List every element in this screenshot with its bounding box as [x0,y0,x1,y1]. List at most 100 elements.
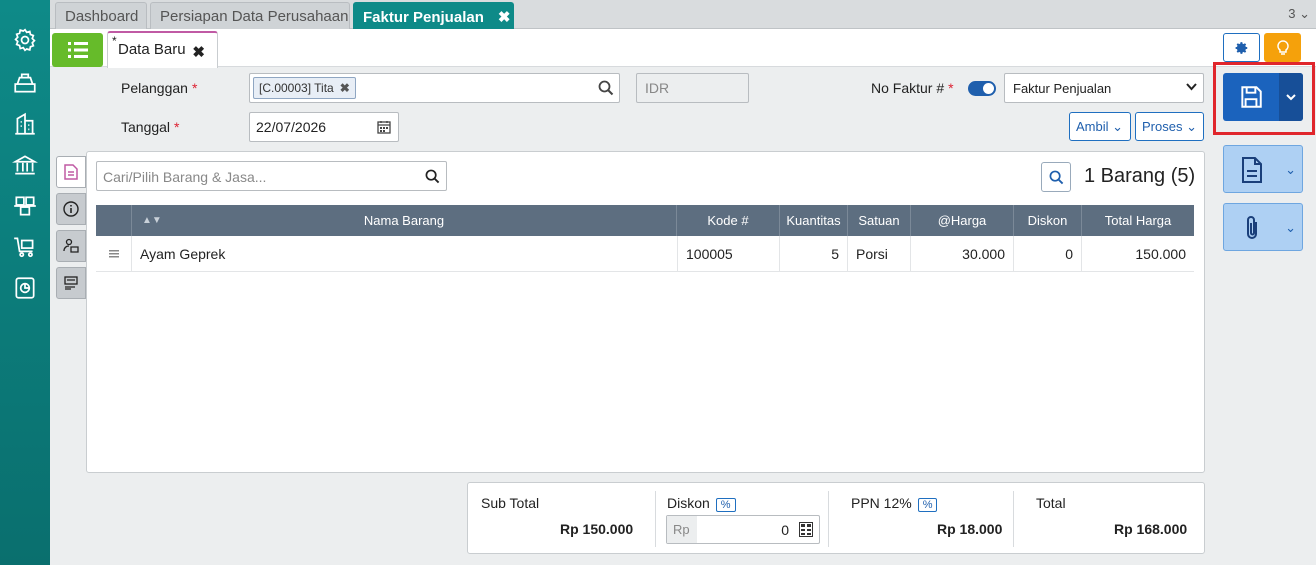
close-icon[interactable]: ✖ [498,9,511,26]
tab-count-dropdown[interactable]: 3 ⌄ [1288,6,1310,22]
list-view-button[interactable] [52,33,103,67]
no-faktur-label: No Faktur # * [871,80,954,96]
remove-chip-icon[interactable]: ✖ [340,81,350,95]
left-sidebar [0,0,50,565]
cash-register-icon[interactable] [11,69,39,97]
subtotal-label: Sub Total [481,495,540,511]
tab-label: Faktur Penjualan [363,9,484,26]
search-items-button[interactable] [1041,162,1071,192]
floppy-disk-icon [1241,86,1262,108]
col-kode[interactable]: Kode # [677,205,780,236]
currency-prefix: Rp [667,516,697,543]
save-main[interactable] [1223,73,1279,121]
chevron-down-icon: ⌄ [1186,119,1197,134]
chevron-down-icon: ⌄ [1285,220,1296,235]
tanggal-label: Tanggal * [121,119,180,135]
diskon-value: 0 [781,522,789,538]
col-handle [96,205,132,236]
cart-icon[interactable] [11,233,39,261]
chevron-down-icon [1286,93,1296,100]
vtab-items[interactable] [56,156,86,188]
chevron-down-icon [1186,83,1197,91]
cell-kode: 100005 [677,236,780,272]
sort-icon[interactable]: ▲▼ [142,215,162,226]
date-field[interactable]: 22/07/2026 [249,112,399,142]
close-icon[interactable]: ✖ [192,43,205,61]
cell-diskon: 0 [1014,236,1082,272]
subtotal-value: Rp 150.000 [560,521,634,537]
paperclip-icon [1247,216,1257,239]
total-value: Rp 168.000 [1114,521,1188,537]
save-button[interactable] [1223,73,1303,121]
unsaved-marker: * [112,34,117,48]
info-icon [63,201,79,217]
settings-gear-icon[interactable] [11,26,39,54]
proses-button[interactable]: Proses ⌄ [1135,112,1204,141]
tab-dashboard[interactable]: Dashboard [55,2,147,29]
chevron-down-icon: ⌄ [1112,119,1124,134]
cell-satuan: Porsi [848,236,911,272]
chevron-down-icon: ⌄ [1285,162,1296,177]
vtab-customer[interactable] [56,230,86,262]
inventory-boxes-icon[interactable] [11,192,39,220]
col-harga[interactable]: @Harga [911,205,1014,236]
diskon-label: Diskon% [667,495,736,512]
search-icon[interactable] [425,169,440,184]
col-nama-barang[interactable]: ▲▼ Nama Barang [132,205,677,236]
faktur-type-value: Faktur Penjualan [1013,81,1112,96]
customer-chip: [C.00003] Tita ✖ [253,77,356,99]
tab-label: Dashboard [65,8,139,25]
col-total-harga[interactable]: Total Harga [1082,205,1194,236]
cell-nama-barang: Ayam Geprek [140,246,226,262]
calendar-icon[interactable] [377,120,391,134]
truck-card-icon [64,276,78,290]
tips-button[interactable] [1264,33,1301,62]
bank-icon[interactable] [11,151,39,179]
document-icon [64,164,78,180]
ppn-percent-toggle[interactable]: % [917,498,938,512]
settings-button[interactable] [1223,33,1260,62]
item-count: 1 Barang (5) [1084,165,1196,187]
total-label: Total [1036,495,1066,511]
cell-total-harga: 150.000 [1135,246,1186,262]
gear-icon [1235,41,1247,54]
list-icon [67,42,88,58]
diskon-input[interactable]: Rp 0 [666,515,820,544]
vtab-shipping[interactable] [56,267,86,299]
tab-faktur-penjualan[interactable]: Faktur Penjualan ✖ [353,2,514,29]
totals-panel [467,482,1205,554]
vtab-info[interactable] [56,193,86,225]
calculator-icon[interactable] [799,522,813,537]
document-icon [1242,157,1262,183]
search-icon[interactable] [598,80,614,96]
tab-persiapan-data-perusahaan[interactable]: Persiapan Data Perusahaan [150,2,350,29]
save-dropdown[interactable] [1279,73,1303,121]
pelanggan-label: Pelanggan * [121,80,198,96]
table-header: ▲▼ Nama Barang Kode # Kuantitas Satuan @… [96,205,1194,236]
currency-field: IDR [636,73,749,103]
col-kuantitas[interactable]: Kuantitas [780,205,848,236]
document-action-button[interactable]: ⌄ [1223,145,1303,193]
search-icon [1049,170,1063,184]
search-placeholder: Cari/Pilih Barang & Jasa... [103,169,267,185]
item-search-input[interactable]: Cari/Pilih Barang & Jasa... [96,161,447,191]
col-diskon[interactable]: Diskon [1014,205,1082,236]
ppn-label: PPN 12%% [851,495,938,512]
items-panel [86,151,1205,473]
col-satuan[interactable]: Satuan [848,205,911,236]
building-icon[interactable] [11,110,39,138]
cell-harga: 30.000 [911,236,1014,272]
table-row[interactable]: Ayam Geprek 100005 5 Porsi 30.000 0 150.… [96,236,1194,272]
ambil-button[interactable]: Ambil ⌄ [1069,112,1131,141]
report-chart-icon[interactable] [11,274,39,302]
customer-chip-label: [C.00003] Tita [259,81,334,95]
diskon-percent-toggle[interactable]: % [715,498,736,512]
tab-label: Persiapan Data Perusahaan [160,8,349,25]
attachment-button[interactable]: ⌄ [1223,203,1303,251]
drag-handle-icon[interactable] [96,236,132,272]
auto-number-toggle[interactable] [968,81,996,96]
doc-tab-label: Data Baru [118,41,186,58]
faktur-type-select[interactable]: Faktur Penjualan [1004,73,1204,103]
user-card-icon [63,238,79,253]
doc-tab-data-baru[interactable]: * Data Baru ✖ [107,31,218,68]
